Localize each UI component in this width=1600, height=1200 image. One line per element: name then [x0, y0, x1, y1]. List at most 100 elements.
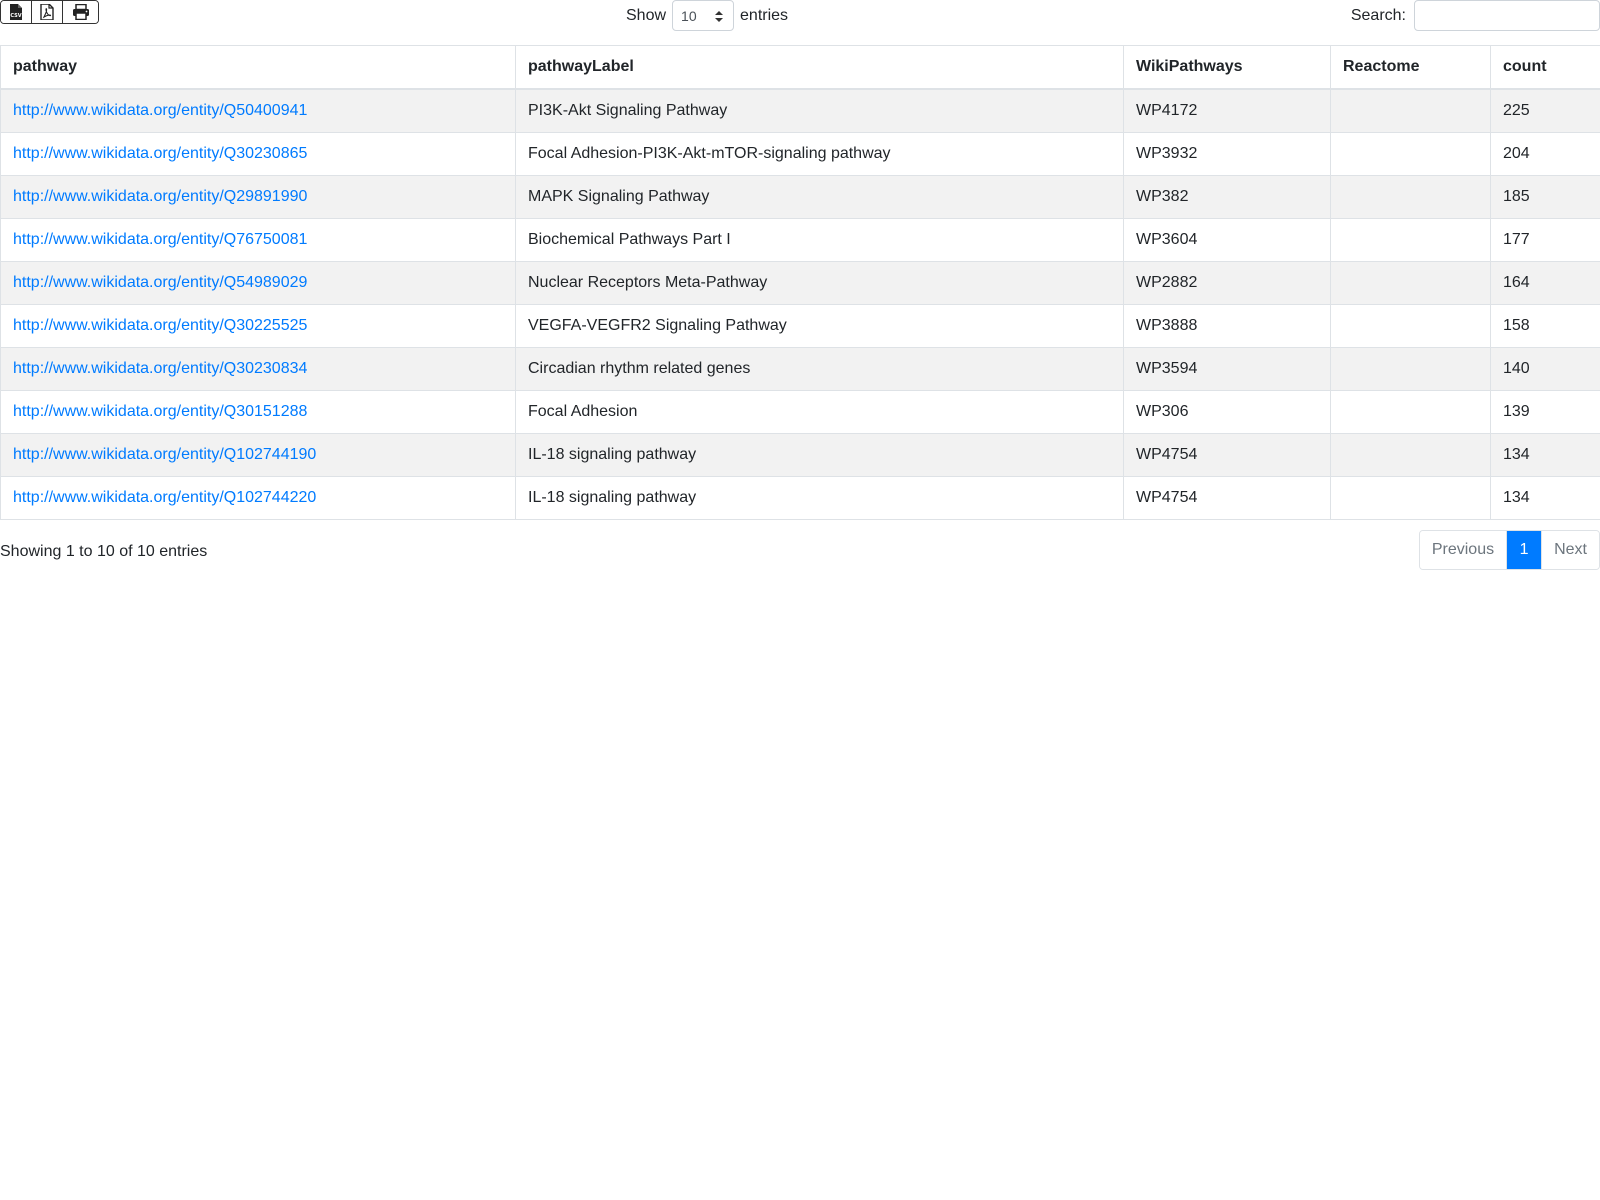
pathway-cell: http://www.wikidata.org/entity/Q10274422… [0, 476, 516, 520]
pathway-cell: http://www.wikidata.org/entity/Q30230834 [0, 347, 516, 391]
pathway-link[interactable]: http://www.wikidata.org/entity/Q10274419… [13, 446, 316, 463]
table-row: http://www.wikidata.org/entity/Q50400941… [0, 89, 1600, 133]
print-button[interactable] [63, 1, 98, 23]
pathway-label-cell: Focal Adhesion-PI3K-Akt-mTOR-signaling p… [515, 132, 1124, 176]
reactome-cell [1330, 261, 1491, 305]
pathway-cell: http://www.wikidata.org/entity/Q30151288 [0, 390, 516, 434]
wikipathways-cell: WP4754 [1123, 476, 1331, 520]
pathway-link[interactable]: http://www.wikidata.org/entity/Q30151288 [13, 403, 307, 420]
search-label: Search: [1350, 6, 1406, 24]
count-cell: 225 [1490, 89, 1600, 133]
show-label: Show [626, 6, 667, 24]
pathway-link[interactable]: http://www.wikidata.org/entity/Q10274422… [13, 489, 316, 506]
wikipathways-cell: WP2882 [1123, 261, 1331, 305]
pathway-link[interactable]: http://www.wikidata.org/entity/Q30230834 [13, 360, 307, 377]
csv-icon-text: CSV [10, 13, 21, 19]
count-cell: 134 [1490, 476, 1600, 520]
pathway-label-cell: MAPK Signaling Pathway [515, 175, 1124, 219]
entries-per-page-select[interactable]: 10 [672, 0, 735, 31]
table-header-row: pathway pathwayLabel WikiPathways Reacto… [0, 45, 1600, 90]
table-row: http://www.wikidata.org/entity/Q30230834… [0, 347, 1600, 391]
count-cell: 204 [1490, 132, 1600, 176]
count-cell: 177 [1490, 218, 1600, 262]
print-icon [72, 4, 89, 20]
pdf-export-button[interactable] [32, 1, 63, 23]
pathway-label-cell: Focal Adhesion [515, 390, 1124, 434]
pathway-label-cell: VEGFA-VEGFR2 Signaling Pathway [515, 304, 1124, 348]
count-cell: 185 [1490, 175, 1600, 219]
pathway-cell: http://www.wikidata.org/entity/Q76750081 [0, 218, 516, 262]
reactome-cell [1330, 132, 1491, 176]
table-row: http://www.wikidata.org/entity/Q29891990… [0, 175, 1600, 219]
search-control: Search: [1351, 0, 1600, 31]
pathway-cell: http://www.wikidata.org/entity/Q50400941 [0, 89, 516, 133]
pathway-label-cell: PI3K-Akt Signaling Pathway [515, 89, 1124, 133]
page-1-button[interactable]: 1 [1507, 531, 1543, 569]
entries-per-page-value: 10 [681, 7, 697, 24]
wikipathways-cell: WP306 [1123, 390, 1331, 434]
export-button-group: CSV [0, 0, 99, 24]
wikipathways-cell: WP4172 [1123, 89, 1331, 133]
pathway-label-cell: Circadian rhythm related genes [515, 347, 1124, 391]
table-row: http://www.wikidata.org/entity/Q54989029… [0, 261, 1600, 305]
csv-export-button[interactable]: CSV [1, 1, 32, 23]
wikipathways-cell: WP382 [1123, 175, 1331, 219]
count-cell: 140 [1490, 347, 1600, 391]
select-arrows-icon [715, 11, 724, 22]
reactome-cell [1330, 89, 1491, 133]
pagination: Previous 1 Next [1418, 530, 1600, 570]
entries-label: entries [740, 6, 789, 24]
column-header-reactome[interactable]: Reactome [1330, 45, 1491, 90]
pathway-link[interactable]: http://www.wikidata.org/entity/Q54989029 [13, 274, 307, 291]
wikipathways-cell: WP3932 [1123, 132, 1331, 176]
search-input[interactable] [1414, 0, 1600, 31]
reactome-cell [1330, 304, 1491, 348]
table-row: http://www.wikidata.org/entity/Q76750081… [0, 218, 1600, 262]
table-row: http://www.wikidata.org/entity/Q10274419… [0, 433, 1600, 477]
pdf-file-icon [40, 4, 54, 20]
wikipathways-cell: WP3594 [1123, 347, 1331, 391]
reactome-cell [1330, 347, 1491, 391]
results-table-container: pathway pathwayLabel WikiPathways Reacto… [0, 45, 1600, 520]
pathway-link[interactable]: http://www.wikidata.org/entity/Q50400941 [13, 102, 307, 119]
next-page-button[interactable]: Next [1542, 531, 1599, 569]
count-cell: 158 [1490, 304, 1600, 348]
count-cell: 134 [1490, 433, 1600, 477]
table-row: http://www.wikidata.org/entity/Q30151288… [0, 390, 1600, 434]
pathway-link[interactable]: http://www.wikidata.org/entity/Q29891990 [13, 188, 307, 205]
pathway-cell: http://www.wikidata.org/entity/Q30230865 [0, 132, 516, 176]
wikipathways-cell: WP3604 [1123, 218, 1331, 262]
reactome-cell [1330, 218, 1491, 262]
pathway-cell: http://www.wikidata.org/entity/Q30225525 [0, 304, 516, 348]
wikipathways-cell: WP4754 [1123, 433, 1331, 477]
pathway-label-cell: Biochemical Pathways Part I [515, 218, 1124, 262]
column-header-count[interactable]: count [1490, 45, 1600, 90]
reactome-cell [1330, 175, 1491, 219]
pathway-label-cell: IL-18 signaling pathway [515, 433, 1124, 477]
pathway-cell: http://www.wikidata.org/entity/Q54989029 [0, 261, 516, 305]
column-header-pathway[interactable]: pathway [0, 45, 516, 90]
reactome-cell [1330, 390, 1491, 434]
wikipathways-cell: WP3888 [1123, 304, 1331, 348]
column-header-wikipathways[interactable]: WikiPathways [1123, 45, 1331, 90]
pathway-cell: http://www.wikidata.org/entity/Q10274419… [0, 433, 516, 477]
count-cell: 139 [1490, 390, 1600, 434]
pathway-label-cell: IL-18 signaling pathway [515, 476, 1124, 520]
table-row: http://www.wikidata.org/entity/Q30230865… [0, 132, 1600, 176]
previous-page-button[interactable]: Previous [1419, 531, 1508, 569]
table-info-text: Showing 1 to 10 of 10 entries [0, 543, 208, 560]
count-cell: 164 [1490, 261, 1600, 305]
pathway-link[interactable]: http://www.wikidata.org/entity/Q76750081 [13, 231, 307, 248]
entries-length-control: Show 10 entries [626, 0, 788, 31]
pathway-cell: http://www.wikidata.org/entity/Q29891990 [0, 175, 516, 219]
results-table: pathway pathwayLabel WikiPathways Reacto… [0, 45, 1600, 520]
table-row: http://www.wikidata.org/entity/Q10274422… [0, 476, 1600, 520]
table-row: http://www.wikidata.org/entity/Q30225525… [0, 304, 1600, 348]
reactome-cell [1330, 476, 1491, 520]
pathway-link[interactable]: http://www.wikidata.org/entity/Q30225525 [13, 317, 307, 334]
reactome-cell [1330, 433, 1491, 477]
column-header-pathwaylabel[interactable]: pathwayLabel [515, 45, 1124, 90]
csv-file-icon: CSV [10, 4, 22, 20]
pathway-link[interactable]: http://www.wikidata.org/entity/Q30230865 [13, 145, 307, 162]
pathway-label-cell: Nuclear Receptors Meta-Pathway [515, 261, 1124, 305]
